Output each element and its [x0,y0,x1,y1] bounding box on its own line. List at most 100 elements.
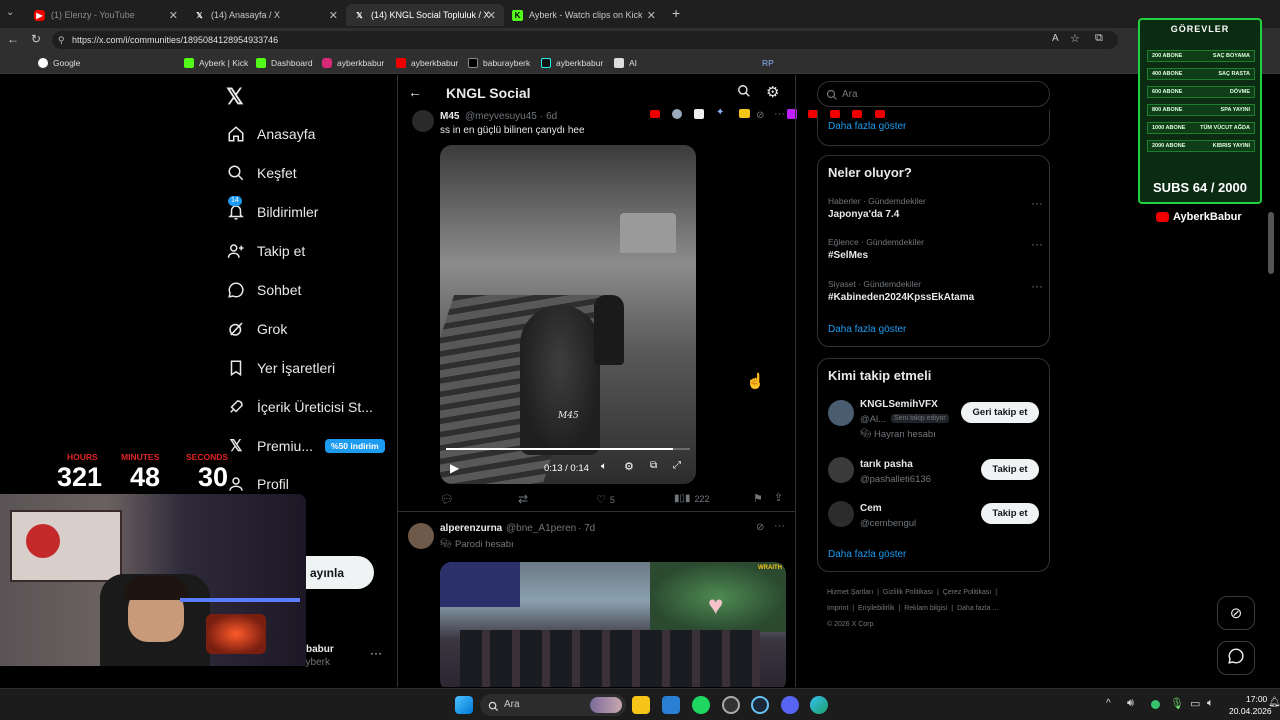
search-icon[interactable] [737,84,751,103]
nav-premium[interactable]: 𝕏 Premiu... %50 indirim [226,436,385,456]
avatar[interactable] [828,457,854,483]
nav-notifications[interactable]: 14 Bildirimler [226,196,318,222]
close-tab-icon[interactable]: ✕ [487,9,496,22]
fullscreen-icon[interactable]: ⤢ [673,460,681,471]
post-author[interactable]: alperenzurna [440,523,502,534]
tab-x-home[interactable]: 𝕏 (14) Anasayfa / X ✕ [186,4,346,26]
bookmark-youtube[interactable]: ayberkbabur [396,56,458,70]
post-handle[interactable]: @bne_A1peren [506,523,576,534]
windows-start-icon[interactable] [455,696,473,714]
back-icon[interactable]: ← [7,32,19,46]
app-icon[interactable] [722,696,740,714]
follow-suggestion[interactable]: KNGLSemihVFX @Al... Seni takip ediyor 🎭︎… [818,395,1049,443]
read-aloud-icon[interactable]: A [1052,33,1059,44]
post-image[interactable]: ♥ WRAITH [440,562,786,687]
trend-item[interactable]: Siyaset · Gündemdekiler #Kabineden2024Kp… [828,279,1043,311]
page-scrollbar[interactable] [1268,212,1274,274]
show-more-link[interactable]: Daha fazla göster [828,121,906,132]
x-logo-icon[interactable]: 𝕏 [226,84,244,110]
bookmark-dashboard[interactable]: Dashboard [256,56,313,70]
like-action[interactable]: ♡ 5 [596,493,615,506]
nav-grok[interactable]: Grok [226,319,287,339]
trend-item[interactable]: Eğlence · Gündemdekiler #SelMes ··· [828,237,1043,269]
post-video[interactable]: M45 ▶ 0:13 / 0:14 🔈︎ ⚙ ⧉ ⤢ [440,145,696,484]
views-action[interactable]: ▮▯▮ 222 [674,493,710,504]
share-icon[interactable]: ⇪ [774,491,783,504]
footer-link[interactable]: Hizmet Şartları [827,589,873,596]
tab-x-community[interactable]: 𝕏 (14) KNGL Social Topluluk / X ✕ [346,4,504,26]
bookmark-x[interactable]: baburayberk [468,56,530,70]
grok-icon[interactable]: ⊘ [756,110,764,121]
file-explorer-icon[interactable] [632,696,650,714]
bookmark-ai[interactable]: AI [614,56,637,70]
footer-link[interactable]: Daha fazla ... [957,605,998,612]
gear-icon[interactable]: ⚙ [766,83,779,101]
post-handle[interactable]: @meyvesuyu45 [465,111,537,122]
new-tab-icon[interactable]: + [672,5,680,21]
notification-bell-icon[interactable]: 🔔︎ [1268,697,1280,708]
more-dots-icon[interactable]: ··· [370,646,382,660]
follow-suggestion[interactable]: tarık pasha @pashalleti6136 Takip et [818,453,1049,493]
bookmark-tiktok[interactable]: ayberkbabur [541,56,603,70]
follow-suggestion[interactable]: Cem @cembengul Takip et [818,497,1049,537]
tab-youtube[interactable]: ▶ (1) Elenzy - YouTube ✕ [26,4,186,26]
grok-icon[interactable]: ⊘ [756,522,764,533]
footer-link[interactable]: Imprint [827,605,848,612]
nav-follow[interactable]: Takip et [226,241,305,261]
footer-link[interactable]: Çerez Politikası [943,589,992,596]
suggest-name[interactable]: KNGLSemihVFX [860,399,938,410]
post-time[interactable]: · 7d [578,523,595,534]
tab-list-chevron-icon[interactable]: ⌄ [6,7,14,18]
post-time[interactable]: · 6d [540,111,557,122]
more-dots-icon[interactable]: ··· [1031,196,1043,210]
follow-button[interactable]: Takip et [981,503,1039,524]
nav-chat[interactable]: Sohbet [226,280,301,300]
avatar[interactable] [828,501,854,527]
account-switcher[interactable]: babur ayberk ··· [300,642,390,670]
discord-icon[interactable] [781,696,799,714]
bookmark-kick[interactable]: Ayberk | Kick [184,56,248,70]
repost-action[interactable]: ⇄ [518,492,532,506]
grok-floating-button[interactable]: ⊘ [1217,596,1255,630]
bookmark-google[interactable]: Google [38,56,80,70]
follow-back-button[interactable]: Geri takip et [961,402,1039,423]
footer-link[interactable]: Erişilebilirlik [858,605,895,612]
spotify-icon[interactable] [692,696,710,714]
network-icon[interactable]: ▭ [1190,697,1200,710]
search-box[interactable]: Ara [817,81,1050,107]
trend-item[interactable]: Haberler · Gündemdekiler Japonya'da 7.4 … [828,196,1043,228]
suggest-name[interactable]: tarık pasha [860,459,913,470]
close-tab-icon[interactable]: ✕ [329,9,338,22]
reload-icon[interactable]: ↻ [31,32,41,46]
nav-home[interactable]: Anasayfa [226,124,315,144]
mic-icon[interactable]: 🎙︎ [1170,697,1184,710]
footer-link[interactable]: Gizlilik Politikası [883,589,933,596]
show-more-link[interactable]: Daha fazla göster [828,549,906,560]
more-dots-icon[interactable]: ··· [1031,279,1043,293]
close-tab-icon[interactable]: ✕ [169,9,178,22]
clock-date[interactable]: 20.04.2026 [1229,706,1272,716]
taskbar-search[interactable]: Ara [480,694,626,716]
edge-icon[interactable] [810,696,828,714]
site-info-icon[interactable]: ⚲ [58,31,65,49]
nav-creator-studio[interactable]: İçerik Üreticisi St... [226,397,373,417]
post[interactable]: M45 @meyvesuyu45 · 6d ⊘ ··· ss in en güç… [398,108,795,512]
store-icon[interactable] [662,696,680,714]
volume-icon[interactable]: 🔈︎ [601,461,607,472]
reply-action[interactable]: 💬︎ [440,493,458,506]
bookmark-icon[interactable]: ⚑ [753,492,763,505]
extensions-icon[interactable]: ⧉ [1095,32,1103,45]
url-field[interactable]: ⚲ https://x.com/i/communities/1895084128… [52,31,1118,49]
pip-icon[interactable]: ⧉ [650,460,657,471]
avatar[interactable] [408,523,434,549]
messages-floating-button[interactable] [1217,641,1255,675]
play-icon[interactable]: ▶ [450,461,459,475]
bookmark-instagram[interactable]: ayberkbabur [322,56,384,70]
follow-button[interactable]: Takip et [981,459,1039,480]
more-dots-icon[interactable]: ··· [774,108,785,120]
nav-explore[interactable]: Keşfet [226,163,297,183]
suggest-name[interactable]: Cem [860,503,882,514]
speaker-icon[interactable]: 🔊︎ [1127,697,1134,710]
post[interactable]: alperenzurna @bne_A1peren · 7d ⊘ ··· 🎭︎ … [398,515,795,687]
show-more-link[interactable]: Daha fazla göster [828,324,906,335]
